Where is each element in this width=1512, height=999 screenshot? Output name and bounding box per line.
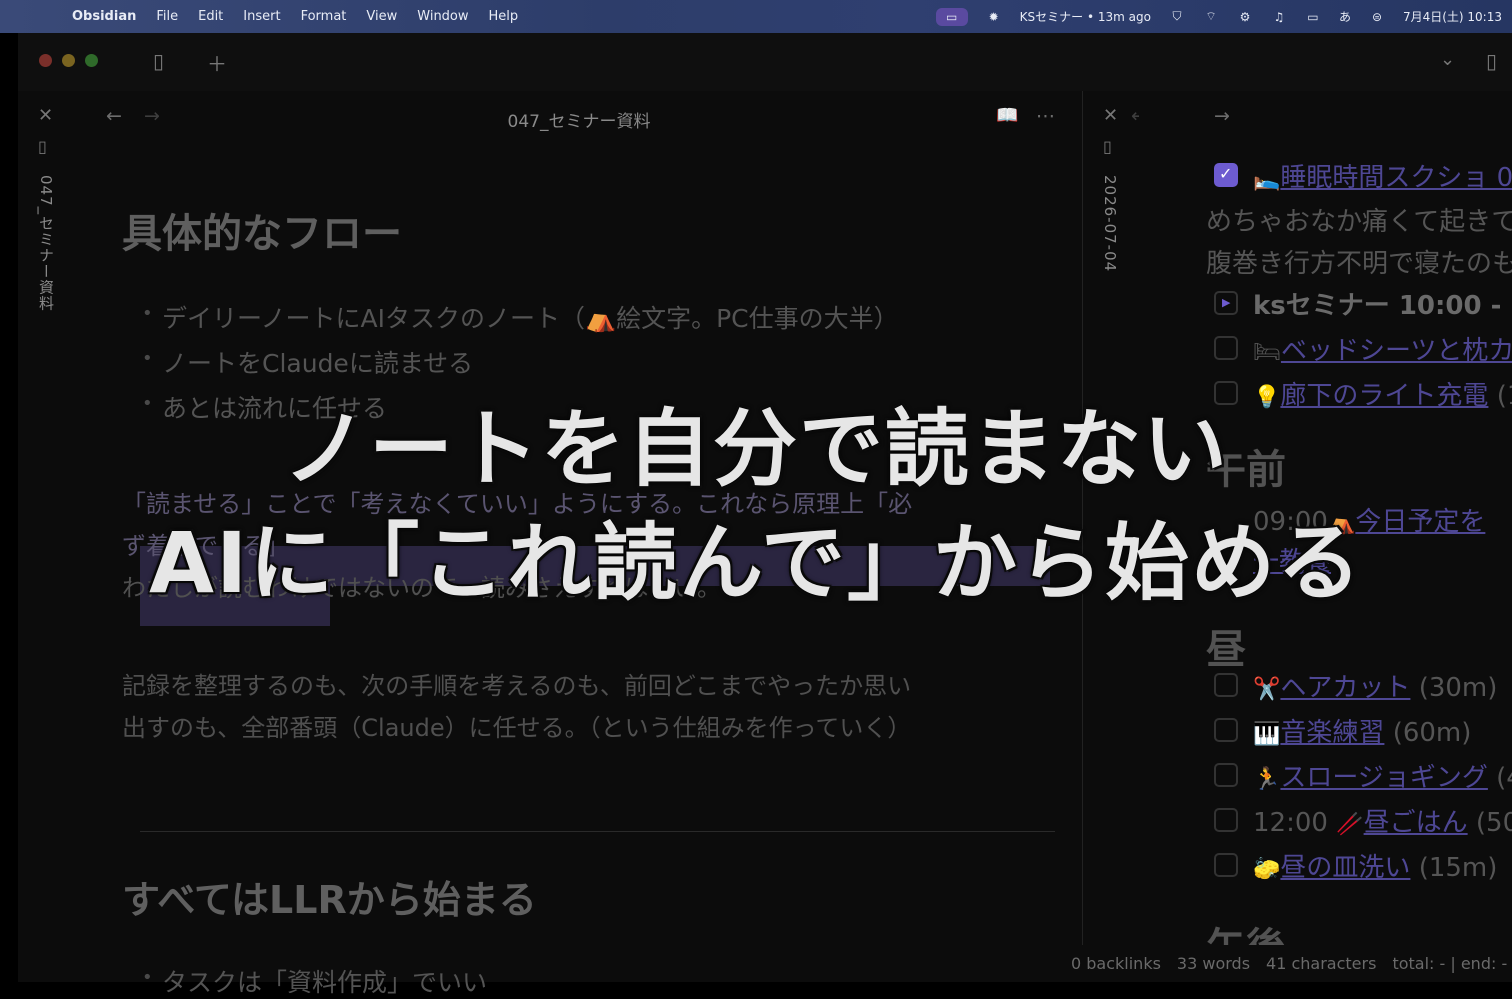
note-line: めちゃおなか痛くて起きて <box>1206 207 1512 237</box>
task-item: 🏃スロージョギング (4 <box>1253 763 1512 793</box>
task-item: 🧽昼の皿洗い (15m) <box>1253 853 1498 883</box>
menu-app-name[interactable]: Obsidian <box>72 9 136 24</box>
gear-icon[interactable]: ⚙ <box>1237 10 1253 24</box>
note-line: 腹巻き行方不明で寝たのも <box>1206 249 1512 279</box>
close-icon[interactable]: ✕ <box>1103 105 1118 126</box>
status-bar: 0 backlinks 33 words 41 characters total… <box>1063 945 1512 982</box>
menu-edit[interactable]: Edit <box>198 9 223 24</box>
file-icon: ▯ <box>38 137 47 156</box>
task-item: ksセミナー 10:00 - <box>1253 291 1502 321</box>
editor-header: ← → 047_セミナー資料 📖 ⋯ <box>76 91 1082 143</box>
task-checkbox[interactable] <box>1214 163 1238 187</box>
list-item: ノートをClaudeに読ませる <box>142 344 473 380</box>
tab-vertical-label[interactable]: 047_セミナー資料 <box>36 175 57 311</box>
task-item: 🛏ベッドシーツと枕カ <box>1253 336 1512 366</box>
character-count: 41 characters <box>1266 954 1377 973</box>
input-method-indicator[interactable]: あ <box>1339 8 1351 25</box>
new-tab-icon[interactable]: ＋ <box>207 48 227 77</box>
menu-bar-extras: ▭ ✹ KSセミナー • 13m ago ⛉ ⌔ ⚙ ♫ ▭ あ ⊜ 7月4日(… <box>935 0 1512 33</box>
task-checkbox[interactable] <box>1214 673 1238 697</box>
task-item: 12:00 🥢昼ごはん (50m <box>1253 808 1512 838</box>
task-item: ✂️ヘアカット (30m) <box>1253 673 1498 703</box>
forward-arrow-icon[interactable]: → <box>1214 105 1230 127</box>
caption-line-1: ノートを自分で読まない <box>282 400 1229 498</box>
task-checkbox[interactable] <box>1214 853 1238 877</box>
task-checkbox[interactable] <box>1214 763 1238 787</box>
task-checkbox[interactable] <box>1214 808 1238 832</box>
task-item: 🎹音楽練習 (60m) <box>1253 718 1472 748</box>
reading-view-icon[interactable]: 📖 <box>996 105 1018 126</box>
menu-format[interactable]: Format <box>301 9 347 24</box>
chevron-down-icon[interactable]: ⌄ <box>1440 49 1455 70</box>
task-checkbox[interactable] <box>1214 291 1238 315</box>
menu-window[interactable]: Window <box>417 9 468 24</box>
caption-line-2: AIに「これ読んで」から始める <box>148 514 1364 612</box>
task-checkbox[interactable] <box>1214 718 1238 742</box>
note-title[interactable]: 047_セミナー資料 <box>76 107 1082 132</box>
right-sidebar-toggle-icon[interactable]: ▯ <box>1486 49 1497 73</box>
audio-icon[interactable]: ♫ <box>1271 10 1287 24</box>
zoom-window-button[interactable] <box>85 54 98 67</box>
menu-help[interactable]: Help <box>489 9 519 24</box>
minimize-window-button[interactable] <box>62 54 75 67</box>
calendar-status[interactable]: KSセミナー • 13m ago <box>1020 8 1151 25</box>
task-item: 🛌睡眠時間スクショ 08 <box>1253 163 1512 193</box>
close-icon[interactable]: ✕ <box>38 105 53 126</box>
menu-bar: Obsidian File Edit Insert Format View Wi… <box>0 0 1512 33</box>
wifi-icon[interactable]: ⌔ <box>1203 9 1219 24</box>
brightness-icon[interactable]: ✹ <box>986 10 1002 24</box>
sidebar-toggle-icon[interactable]: ▯ <box>153 49 164 73</box>
file-icon: ▯ <box>1103 137 1112 156</box>
clock[interactable]: 7月4日(土) 10:13 <box>1403 8 1502 25</box>
menu-insert[interactable]: Insert <box>243 9 280 24</box>
close-window-button[interactable] <box>39 54 52 67</box>
horizontal-rule <box>140 831 1055 832</box>
task-checkbox[interactable] <box>1214 336 1238 360</box>
list-item: タスクは「資料作成」でいい <box>142 963 487 999</box>
backlinks-count[interactable]: 0 backlinks <box>1071 954 1161 973</box>
heading-noon: 昼 <box>1206 627 1246 673</box>
heading-llr: すべてはLLRから始まる <box>122 878 537 922</box>
menu-view[interactable]: View <box>366 9 397 24</box>
heading-flow: 具体的なフロー <box>122 211 402 257</box>
word-count: 33 words <box>1176 954 1251 973</box>
paragraph-line: 出すのも、全部番頭（Claude）に任せる。（という仕組みを作っていく） <box>122 714 912 742</box>
tab-vertical-label[interactable]: 2026-07-04 <box>1101 175 1119 272</box>
menu-file[interactable]: File <box>156 9 178 24</box>
paragraph-line: 記録を整理するのも、次の手順を考えるのも、前回どこまでやったか思い <box>122 672 912 700</box>
screen-share-icon[interactable]: ▭ <box>935 7 968 26</box>
more-options-icon[interactable]: ⋯ <box>1036 105 1055 127</box>
title-bar: ▯ ＋ ⌄ ▯ <box>18 33 1512 91</box>
battery-icon[interactable]: ▭ <box>1305 10 1321 24</box>
list-item: デイリーノートにAIタスクのノート（⛺絵文字。PC仕事の大半） <box>142 299 899 335</box>
shield-icon[interactable]: ⛉ <box>1169 9 1185 24</box>
control-center-icon[interactable]: ⊜ <box>1369 10 1385 24</box>
time-total: total: - | end: - <box>1392 954 1508 973</box>
